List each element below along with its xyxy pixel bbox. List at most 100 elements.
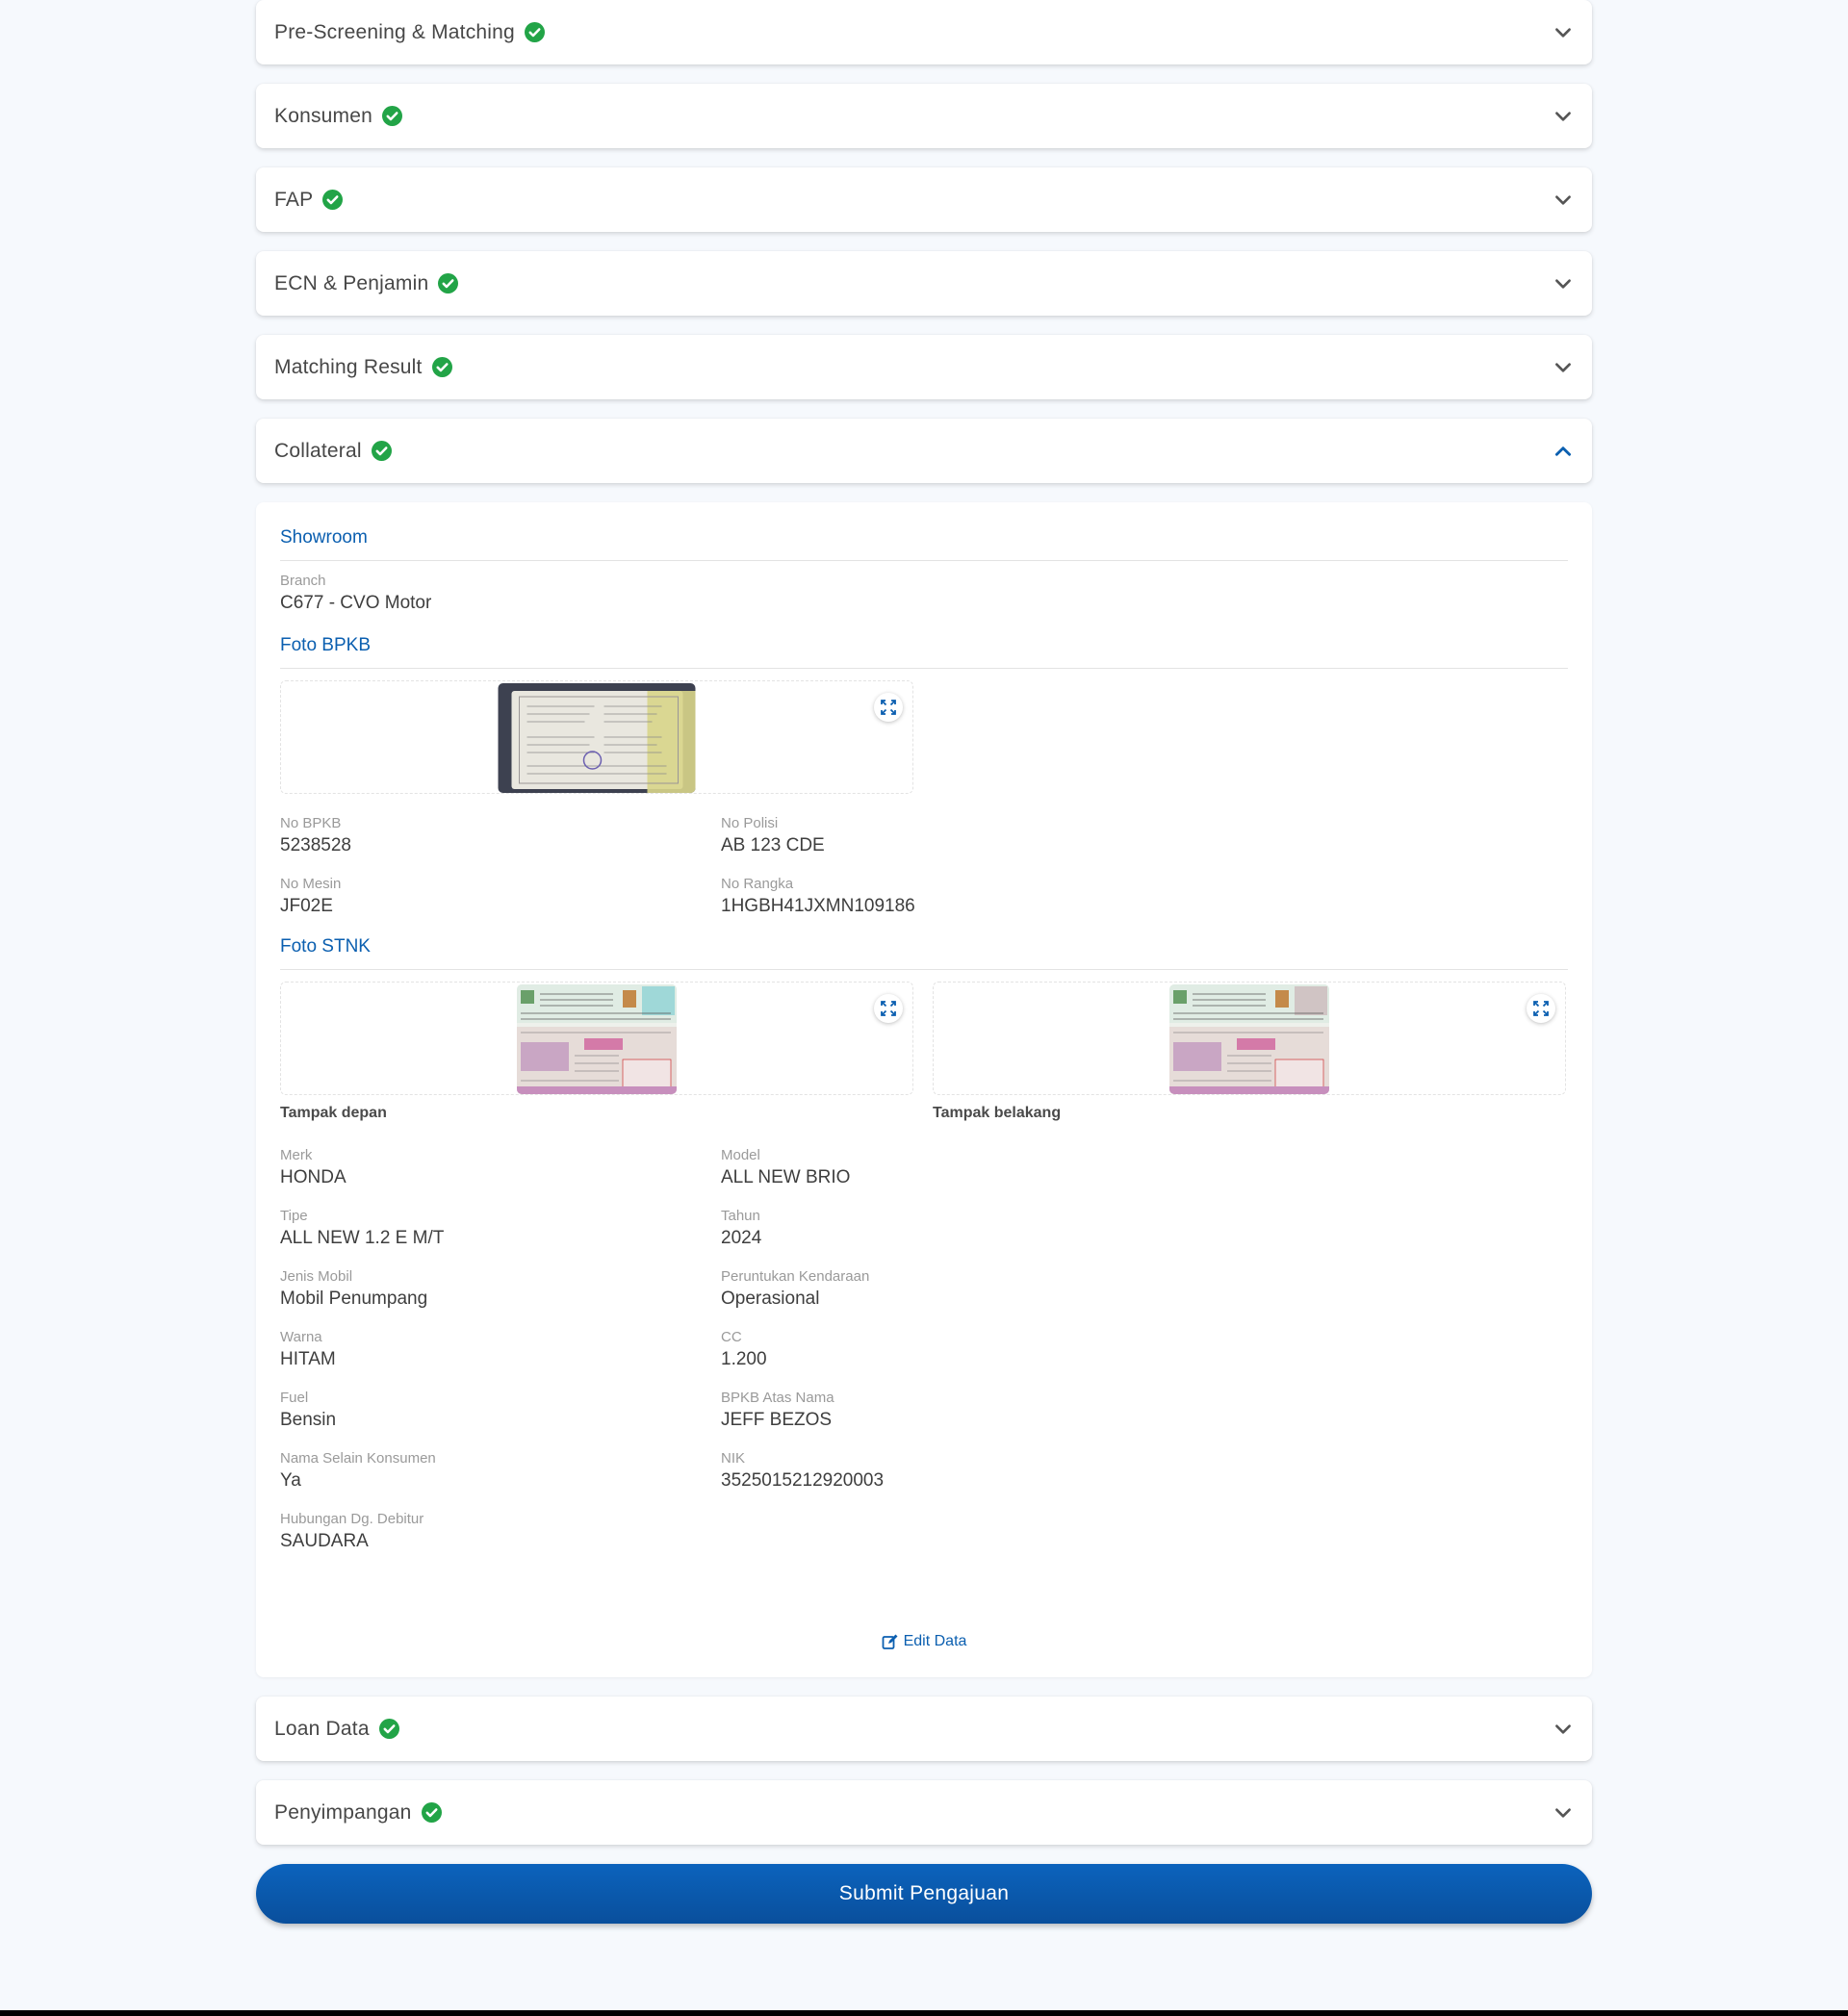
field-value: HONDA (280, 1167, 346, 1187)
bpkb-fields: No BPKB 5238528 No Polisi AB 123 CDE No Me… (280, 815, 1568, 936)
field-value: JF02E (280, 896, 333, 916)
field-label: No Rangka (721, 876, 794, 892)
field-label: Peruntukan Kendaraan (721, 1268, 870, 1285)
accordion-title: Loan Data (274, 1717, 370, 1740)
accordion-title: Collateral (274, 439, 362, 462)
chevron-down-icon[interactable] (1553, 1802, 1574, 1824)
stnk-front-photo[interactable] (517, 984, 677, 1094)
field-value: 5238528 (280, 835, 351, 855)
field-label: Nama Selain Konsumen (280, 1450, 436, 1467)
stnk-front-caption: Tampak depan (280, 1105, 387, 1121)
accordion-title: Konsumen (274, 104, 372, 127)
chevron-down-icon[interactable] (1553, 273, 1574, 294)
accordion-title: Matching Result (274, 355, 423, 378)
accordion-matching-result[interactable]: Matching Result (256, 335, 1592, 399)
submit-label: Submit Pengajuan (838, 1882, 1010, 1904)
bottom-bar (0, 2010, 1848, 2016)
check-circle-icon (438, 273, 459, 293)
bpkb-photo[interactable] (498, 683, 696, 793)
field-label: Fuel (280, 1390, 309, 1406)
accordion-title: ECN & Penjamin (274, 271, 429, 294)
field-label: NIK (721, 1450, 746, 1467)
accordion-loan-data[interactable]: Loan Data (256, 1697, 1592, 1761)
accordion-ecn-penjamin[interactable]: ECN & Penjamin (256, 251, 1592, 316)
stnk-back-caption: Tampak belakang (933, 1105, 1062, 1121)
expand-stnk-front-button[interactable] (874, 994, 903, 1023)
field-value: Bensin (280, 1410, 337, 1430)
field-label: No Polisi (721, 815, 779, 831)
check-circle-icon (382, 106, 402, 126)
collateral-panel: Showroom Branch C677 - CVO Motor Foto BP… (256, 502, 1592, 1677)
accordion-title: Penyimpangan (274, 1800, 412, 1824)
field-value: 1.200 (721, 1349, 767, 1369)
field-value: ALL NEW 1.2 E M/T (280, 1228, 445, 1248)
stnk-back-photo[interactable] (1169, 984, 1329, 1094)
chevron-down-icon[interactable] (1553, 106, 1574, 127)
expand-icon (881, 700, 896, 715)
chevron-up-icon[interactable] (1553, 441, 1574, 462)
field-label: Hubungan Dg. Debitur (280, 1511, 424, 1527)
accordion-konsumen[interactable]: Konsumen (256, 84, 1592, 148)
expand-bpkb-button[interactable] (874, 693, 903, 722)
chevron-down-icon[interactable] (1553, 1719, 1574, 1740)
stnk-back-image (1169, 984, 1329, 1094)
field-label: Jenis Mobil (280, 1268, 353, 1285)
showroom-section-title: Showroom (280, 527, 1568, 561)
edit-icon (882, 1634, 898, 1649)
field-label: BPKB Atas Nama (721, 1390, 834, 1406)
check-circle-icon (431, 357, 452, 377)
application-form: Pre-Screening & Matching Konsumen FAP EC… (256, 0, 1592, 1924)
stnk-section-title: Foto STNK (280, 936, 1568, 970)
branch-field: Branch C677 - CVO Motor (280, 573, 1568, 614)
expand-icon (1533, 1001, 1549, 1016)
chevron-down-icon[interactable] (1553, 22, 1574, 43)
edit-data-label: Edit Data (903, 1633, 967, 1649)
field-label: Merk (280, 1147, 313, 1163)
field-value: 3525015212920003 (721, 1470, 885, 1491)
check-circle-icon (524, 22, 545, 42)
accordion-title: FAP (274, 188, 314, 211)
stnk-photos: Tampak depan Tampak belakang (280, 982, 1568, 1122)
expand-icon (881, 1001, 896, 1016)
bpkb-photo-box (280, 680, 913, 794)
accordion-prescreening[interactable]: Pre-Screening & Matching (256, 0, 1592, 64)
bpkb-section-title: Foto BPKB (280, 635, 1568, 669)
field-label: No Mesin (280, 876, 342, 892)
field-value: JEFF BEZOS (721, 1410, 833, 1430)
field-value: HITAM (280, 1349, 336, 1369)
field-label: Branch (280, 573, 326, 589)
accordion-collateral[interactable]: Collateral (256, 419, 1592, 483)
check-circle-icon (371, 441, 392, 461)
submit-pengajuan-button[interactable]: Submit Pengajuan (256, 1864, 1592, 1924)
vehicle-fields: Merk HONDA Model ALL NEW BRIO Tipe ALL NEW … (280, 1147, 1568, 1571)
field-value: SAUDARA (280, 1531, 369, 1551)
field-value: ALL NEW BRIO (721, 1167, 851, 1187)
stnk-front-photo-box (280, 982, 913, 1095)
field-value: C677 - CVO Motor (280, 593, 432, 613)
field-value: 1HGBH41JXMN109186 (721, 896, 915, 916)
field-value: AB 123 CDE (721, 835, 825, 855)
stnk-back-photo-box (933, 982, 1566, 1095)
accordion-title: Pre-Screening & Matching (274, 20, 515, 43)
check-circle-icon (378, 1719, 399, 1739)
accordion-fap[interactable]: FAP (256, 167, 1592, 232)
field-value: 2024 (721, 1228, 762, 1248)
check-circle-icon (421, 1802, 442, 1823)
field-label: Tipe (280, 1208, 308, 1224)
bpkb-photo-image (498, 683, 696, 793)
field-label: No BPKB (280, 815, 342, 831)
expand-stnk-back-button[interactable] (1527, 994, 1555, 1023)
field-value: Mobil Penumpang (280, 1289, 428, 1309)
accordion-penyimpangan[interactable]: Penyimpangan (256, 1780, 1592, 1845)
check-circle-icon (322, 190, 344, 210)
edit-data-button[interactable]: Edit Data (256, 1633, 1592, 1650)
stnk-front-image (517, 984, 677, 1094)
field-label: Model (721, 1147, 760, 1163)
chevron-down-icon[interactable] (1553, 190, 1574, 211)
chevron-down-icon[interactable] (1553, 357, 1574, 378)
field-label: Warna (280, 1329, 322, 1345)
field-label: CC (721, 1329, 742, 1345)
field-value: Operasional (721, 1289, 820, 1309)
field-value: Ya (280, 1470, 301, 1491)
field-label: Tahun (721, 1208, 760, 1224)
